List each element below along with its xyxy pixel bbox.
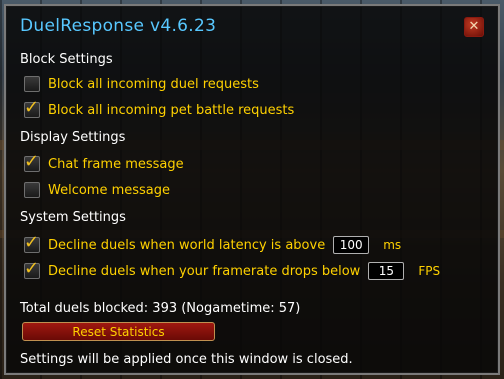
welcome-label: Welcome message bbox=[48, 182, 171, 198]
checkmark-icon: ✓ bbox=[24, 97, 40, 118]
framerate-row[interactable]: ✓ Decline duels when your framerate drop… bbox=[24, 259, 441, 280]
checkmark-icon: ✓ bbox=[24, 232, 40, 253]
close-button[interactable]: ✕ bbox=[464, 17, 484, 37]
checkmark-icon: ✓ bbox=[24, 151, 40, 172]
block-settings-heading: Block Settings bbox=[20, 52, 113, 67]
chat-frame-label: Chat frame message bbox=[48, 156, 184, 172]
welcome-checkbox[interactable] bbox=[24, 182, 40, 198]
framerate-unit: FPS bbox=[418, 264, 441, 278]
system-settings-heading: System Settings bbox=[20, 210, 126, 225]
total-duels-blocked: Total duels blocked: 393 (Nogametime: 57… bbox=[20, 301, 301, 316]
latency-label: Decline duels when world latency is abov… bbox=[48, 237, 326, 253]
framerate-label: Decline duels when your framerate drops … bbox=[48, 263, 361, 279]
chat-frame-row[interactable]: ✓ Chat frame message bbox=[24, 152, 184, 172]
duelresponse-window: DuelResponse v4.6.23 ✕ Block Settings Bl… bbox=[4, 4, 500, 375]
reset-statistics-button[interactable]: Reset Statistics bbox=[22, 322, 215, 341]
display-settings-heading: Display Settings bbox=[20, 130, 126, 145]
block-pet-battle-label: Block all incoming pet battle requests bbox=[48, 102, 295, 118]
close-icon: ✕ bbox=[468, 19, 480, 34]
welcome-row[interactable]: Welcome message bbox=[24, 182, 170, 198]
latency-row[interactable]: ✓ Decline duels when world latency is ab… bbox=[24, 233, 402, 254]
framerate-checkbox[interactable]: ✓ bbox=[24, 259, 40, 279]
latency-input[interactable]: 100 bbox=[333, 236, 370, 254]
block-duel-row[interactable]: Block all incoming duel requests bbox=[24, 76, 259, 92]
settings-note: Settings will be applied once this windo… bbox=[20, 352, 353, 367]
block-duel-label: Block all incoming duel requests bbox=[48, 76, 259, 92]
block-pet-battle-checkbox[interactable]: ✓ bbox=[24, 98, 40, 118]
framerate-input[interactable]: 15 bbox=[368, 262, 405, 280]
latency-checkbox[interactable]: ✓ bbox=[24, 233, 40, 253]
checkmark-icon: ✓ bbox=[24, 258, 40, 279]
latency-unit: ms bbox=[383, 238, 402, 252]
chat-frame-checkbox[interactable]: ✓ bbox=[24, 152, 40, 172]
block-pet-battle-row[interactable]: ✓ Block all incoming pet battle requests bbox=[24, 98, 295, 118]
block-duel-checkbox[interactable] bbox=[24, 76, 40, 92]
window-title: DuelResponse v4.6.23 bbox=[20, 16, 217, 36]
